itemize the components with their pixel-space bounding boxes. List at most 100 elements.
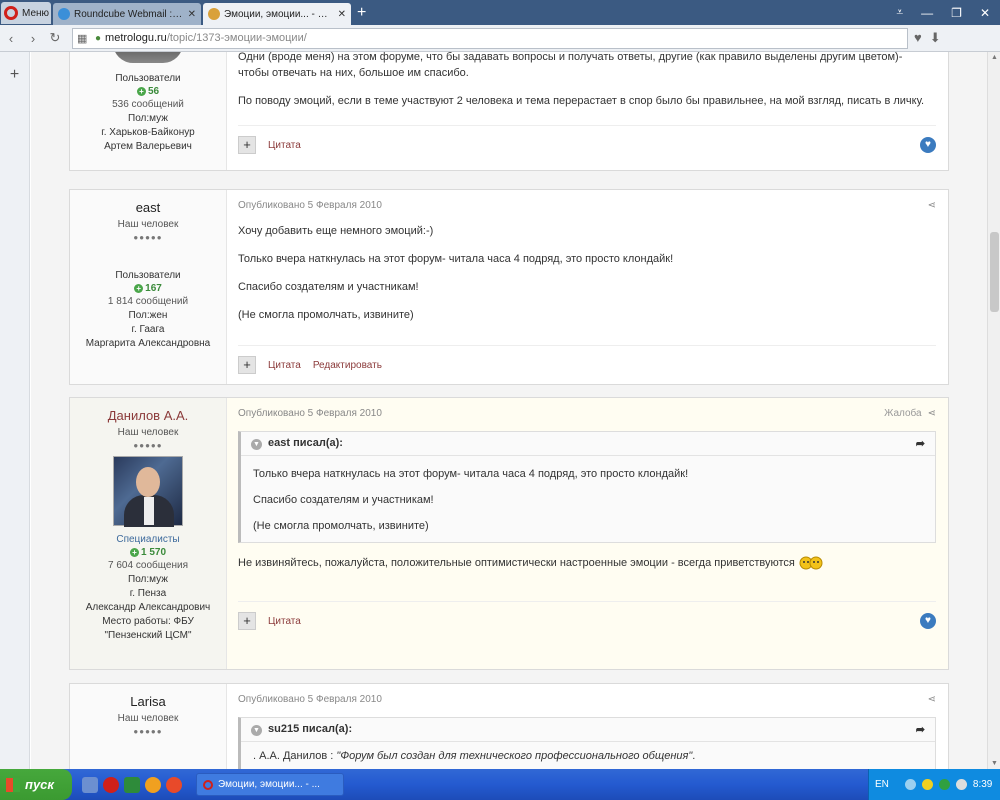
author-gender: Пол:муж bbox=[128, 113, 168, 124]
plus-icon: + bbox=[134, 284, 144, 293]
author-posts-count: 536 сообщений bbox=[112, 99, 184, 110]
quote-header: ▼ east писал(а): ➦ bbox=[241, 432, 935, 456]
url-input[interactable]: ▦ ● metrologu.ru /topic/1373-эмоции-эмоц… bbox=[72, 27, 908, 49]
star-icon[interactable] bbox=[921, 779, 933, 790]
forum-favicon-icon bbox=[208, 8, 220, 20]
post-paragraph: Хочу добавить еще немного эмоций:-) bbox=[238, 225, 434, 237]
like-heart-icon[interactable]: ♥ bbox=[920, 137, 936, 153]
author-name[interactable]: east bbox=[70, 200, 226, 215]
roundcube-favicon-icon bbox=[58, 8, 70, 20]
reload-icon[interactable]: ↻ bbox=[44, 30, 66, 46]
like-heart-icon[interactable]: ♥ bbox=[920, 613, 936, 629]
multiquote-button[interactable]: + bbox=[238, 356, 256, 374]
multiquote-button[interactable]: + bbox=[238, 612, 256, 630]
post-meta: Опубликовано 5 Февраля 2010 ⋖ bbox=[238, 200, 936, 211]
close-window-icon[interactable]: ✕ bbox=[980, 6, 990, 20]
download-icon[interactable]: ⬇ bbox=[930, 30, 941, 46]
post-author-panel: east Наш человек ●●●●● Пользователи +167… bbox=[70, 190, 227, 384]
windows-taskbar: пуск Эмоции, эмоции... - ... EN 8:39 bbox=[0, 769, 1000, 800]
edit-link[interactable]: Редактировать bbox=[313, 360, 382, 371]
author-workplace-name: "Пензенский ЦСМ" bbox=[104, 630, 192, 641]
post-author-panel: Larisa Наш человек ●●●●● bbox=[70, 684, 227, 769]
taskbar-opera-window[interactable]: Эмоции, эмоции... - ... bbox=[196, 773, 344, 796]
back-icon[interactable]: ‹ bbox=[0, 31, 22, 46]
author-name[interactable]: Данилов А.А. bbox=[70, 408, 226, 423]
quote-author: su215 писал(а): bbox=[268, 723, 353, 735]
post-paragraph: Спасибо создателям и участникам! bbox=[238, 281, 419, 293]
complaint-link[interactable]: Жалоба bbox=[884, 408, 921, 419]
post-controls: + Цитата ♥ bbox=[238, 601, 936, 630]
sidebar-add-icon[interactable]: + bbox=[0, 66, 29, 84]
rank-dots-icon: ●●●●● bbox=[133, 727, 163, 736]
new-tab-button[interactable]: + bbox=[357, 4, 366, 22]
bookmark-heart-icon[interactable]: ♥ bbox=[914, 30, 922, 46]
speed-dial-icon[interactable]: ▦ bbox=[77, 32, 89, 45]
quote-link[interactable]: Цитата bbox=[268, 140, 301, 151]
collapse-quote-icon[interactable]: ▼ bbox=[251, 439, 262, 450]
page-content: Пользователи +56 536 сообщений Пол:муж г… bbox=[31, 52, 987, 769]
tab-forum[interactable]: Эмоции, эмоции... - Вопросы ✕ bbox=[203, 3, 351, 25]
post-meta: Опубликовано 5 Февраля 2010 Жалоба ⋖ bbox=[238, 408, 936, 419]
opera-menu-button[interactable]: Меню bbox=[1, 2, 51, 24]
author-gender: Пол:жен bbox=[128, 310, 168, 321]
minimize-icon[interactable]: — bbox=[921, 6, 933, 20]
site-info-icon[interactable]: ● bbox=[95, 33, 101, 44]
multiquote-button[interactable]: + bbox=[238, 136, 256, 154]
share-icon[interactable]: ⋖ bbox=[928, 200, 936, 211]
post-date: Опубликовано 5 Февраля 2010 bbox=[238, 200, 382, 211]
show-desktop-icon[interactable] bbox=[82, 776, 98, 793]
close-tab-icon[interactable]: ✕ bbox=[338, 9, 346, 20]
go-to-quote-icon[interactable]: ➦ bbox=[916, 437, 925, 450]
post-body: Опубликовано 5 Февраля 2010 ⋖ Хочу добав… bbox=[227, 190, 948, 384]
system-tray: EN 8:39 bbox=[868, 769, 1000, 800]
opera-launch-icon[interactable] bbox=[103, 776, 119, 793]
author-full-name: Артем Валерьевич bbox=[104, 141, 192, 152]
author-full-name: Александр Александрович bbox=[85, 602, 211, 613]
author-city: г. Харьков-Байконур bbox=[101, 127, 195, 138]
page-scrollbar[interactable]: ▲ ▼ bbox=[987, 52, 1000, 769]
quote-link[interactable]: Цитата bbox=[268, 616, 301, 627]
rank-dots-icon: ●●●●● bbox=[133, 233, 163, 242]
avatar-image[interactable] bbox=[113, 456, 183, 527]
forward-icon[interactable]: › bbox=[22, 31, 44, 46]
scrollbar-thumb[interactable] bbox=[990, 232, 999, 312]
post-body: Опубликовано 5 Февраля 2010 Жалоба ⋖ ▼ ea… bbox=[227, 398, 948, 669]
author-name[interactable]: Larisa bbox=[70, 694, 226, 709]
start-button[interactable]: пуск bbox=[0, 769, 72, 800]
forum-post: Larisa Наш человек ●●●●● Опубликовано 5 … bbox=[69, 683, 949, 769]
quote-block: ▼ su215 писал(а): ➦ . А.А. Данилов : "Фор… bbox=[238, 717, 936, 769]
collapse-quote-icon[interactable]: ▼ bbox=[251, 725, 262, 736]
chrome-launch-icon[interactable] bbox=[145, 776, 161, 793]
close-tab-icon[interactable]: ✕ bbox=[188, 9, 196, 20]
windows-logo-icon bbox=[6, 777, 20, 792]
media-icon[interactable] bbox=[124, 776, 140, 793]
scroll-down-icon[interactable]: ▼ bbox=[988, 760, 1000, 767]
share-icon[interactable]: ⋖ bbox=[928, 694, 936, 705]
clock: 8:39 bbox=[972, 779, 993, 790]
yandex-launch-icon[interactable] bbox=[166, 776, 182, 793]
browser-tab-bar: Меню Roundcube Webmail :: Входящие ✕ Эмо… bbox=[0, 0, 1000, 25]
post-paragraph: Одни (вроде меня) на этом форуме, что бы… bbox=[238, 52, 903, 79]
antivirus-icon[interactable] bbox=[938, 779, 950, 790]
author-reputation: +167 bbox=[70, 283, 226, 294]
author-rank: Наш человек bbox=[117, 427, 179, 438]
network-icon[interactable] bbox=[904, 779, 916, 790]
go-to-quote-icon[interactable]: ➦ bbox=[916, 723, 925, 736]
share-icon[interactable]: ⋖ bbox=[928, 408, 936, 419]
forum-post: Данилов А.А. Наш человек ●●●●● Специалис… bbox=[69, 397, 949, 670]
plus-icon: + bbox=[129, 548, 139, 557]
quote-paragraph: (Не смогла промолчать, извините) bbox=[253, 520, 429, 532]
rank-dots-icon: ●●●●● bbox=[133, 441, 163, 450]
maximize-icon[interactable]: ❐ bbox=[951, 6, 962, 20]
quote-link[interactable]: Цитата bbox=[268, 360, 301, 371]
tab-title: Roundcube Webmail :: Входящие bbox=[74, 8, 184, 20]
quote-paragraph: . А.А. Данилов : "Форум был создан для т… bbox=[253, 750, 696, 762]
tab-roundcube[interactable]: Roundcube Webmail :: Входящие ✕ bbox=[53, 3, 201, 25]
author-workplace: Место работы: ФБУ bbox=[102, 616, 194, 627]
language-indicator[interactable]: EN bbox=[875, 779, 889, 790]
tab-menu-icon[interactable]: ⩡ bbox=[896, 5, 903, 20]
volume-icon[interactable] bbox=[955, 779, 967, 790]
quick-launch bbox=[82, 776, 182, 793]
author-city: г. Гаага bbox=[131, 324, 165, 335]
scroll-up-icon[interactable]: ▲ bbox=[988, 54, 1000, 61]
